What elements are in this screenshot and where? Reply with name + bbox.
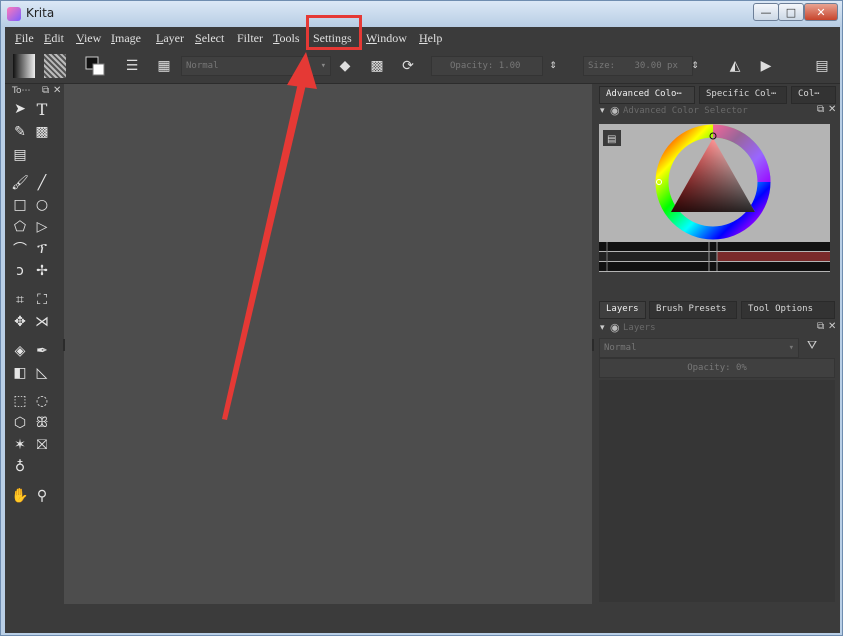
arrow-shaft <box>222 74 308 420</box>
krita-window: Krita — □ ✕ File Edit View Image Layer S… <box>0 0 843 636</box>
arrow-head <box>287 52 317 89</box>
annotation-arrow <box>222 52 317 420</box>
